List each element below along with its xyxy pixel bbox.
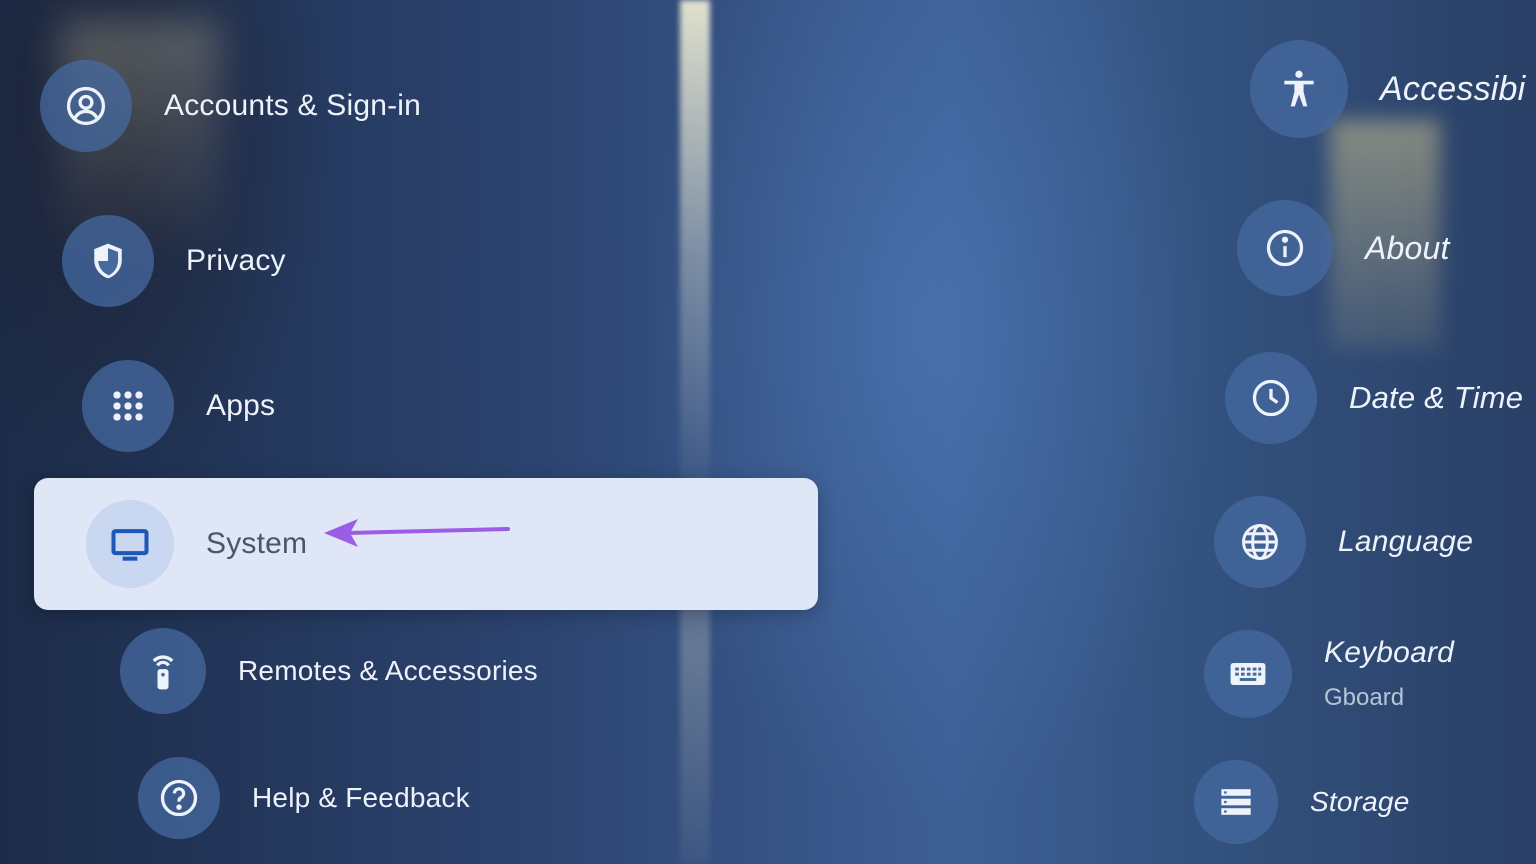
menu-item-label: System [206, 527, 308, 560]
menu-item-keyboard[interactable]: Keyboard Gboard [1204, 630, 1454, 718]
shield-icon [62, 215, 154, 307]
menu-item-label: About [1365, 229, 1450, 266]
menu-item-remotes[interactable]: Remotes & Accessories [120, 628, 538, 714]
globe-icon [1214, 496, 1306, 588]
clock-icon [1225, 352, 1317, 444]
menu-item-apps[interactable]: Apps [82, 360, 275, 452]
menu-item-sublabel: Gboard [1324, 684, 1405, 711]
account-circle-icon [40, 60, 132, 152]
apps-grid-icon [82, 360, 174, 452]
help-icon [138, 757, 220, 839]
annotation-arrow [324, 519, 510, 547]
menu-item-accessibility[interactable]: Accessibi [1250, 40, 1525, 138]
menu-item-help[interactable]: Help & Feedback [138, 757, 470, 839]
menu-item-label: Storage [1310, 786, 1410, 817]
info-icon [1237, 200, 1333, 296]
menu-item-storage[interactable]: Storage [1194, 760, 1409, 844]
menu-item-label: Accounts & Sign-in [164, 89, 422, 122]
menu-item-label: Apps [206, 389, 276, 422]
menu-item-datetime[interactable]: Date & Time [1225, 352, 1523, 444]
storage-icon [1194, 760, 1278, 844]
menu-item-label: Date & Time [1349, 380, 1524, 415]
tv-icon [86, 500, 174, 588]
menu-item-label: Help & Feedback [252, 782, 470, 813]
menu-item-label: Language [1338, 525, 1474, 558]
menu-item-language[interactable]: Language [1214, 496, 1473, 588]
menu-item-label: Remotes & Accessories [238, 655, 538, 686]
menu-item-accounts[interactable]: Accounts & Sign-in [40, 60, 421, 152]
menu-item-label: Accessibi [1380, 69, 1526, 108]
menu-item-privacy[interactable]: Privacy [62, 215, 286, 307]
screen-glare [680, 0, 710, 864]
menu-item-label: Keyboard [1324, 636, 1455, 669]
menu-item-label: Privacy [186, 244, 286, 277]
keyboard-icon [1204, 630, 1292, 718]
menu-item-about[interactable]: About [1237, 200, 1450, 296]
accessibility-icon [1250, 40, 1348, 138]
remote-icon [120, 628, 206, 714]
